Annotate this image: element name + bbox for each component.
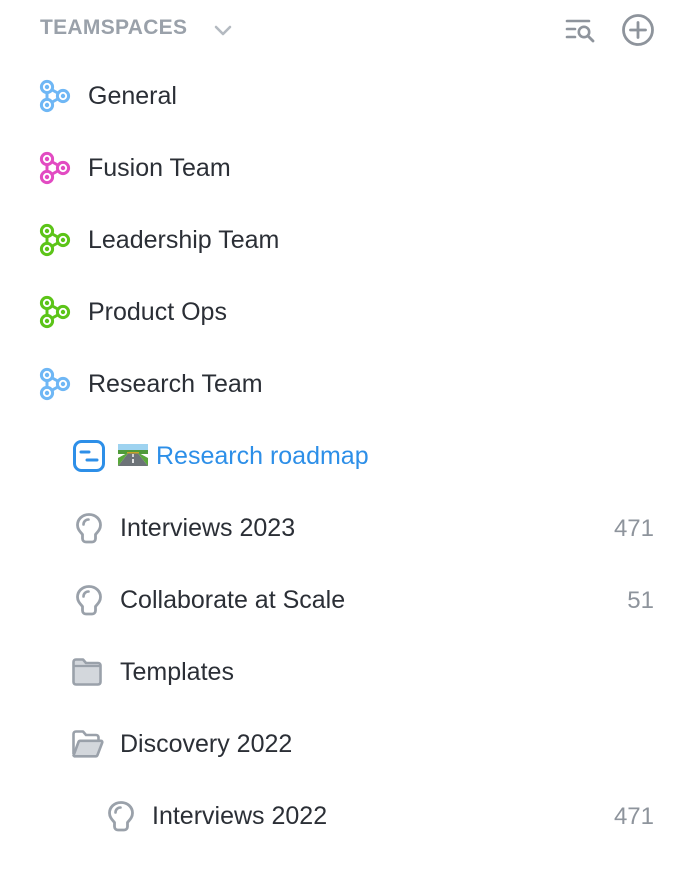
teamspace-icon (39, 223, 71, 257)
lightbulb-icon (76, 585, 102, 616)
motorway-emoji-icon (118, 444, 148, 466)
item-count-badge: 471 (613, 515, 654, 542)
teamspace-label: Leadership Team (88, 226, 280, 254)
nav-item-label: Templates (120, 658, 234, 686)
teamspace-icon (39, 367, 71, 401)
teamspace-item-leadership-team[interactable]: Leadership Team (0, 210, 678, 270)
teamspaces-panel: TEAMSPACES General Fusion Team Leadershi… (0, 0, 678, 878)
teamspace-label: Fusion Team (88, 154, 231, 182)
item-count-badge: 471 (613, 803, 654, 830)
folder-icon (72, 658, 102, 686)
teamspace-icon (39, 151, 71, 185)
teamspace-item-product-ops[interactable]: Product Ops (0, 282, 678, 342)
teamspaces-header: TEAMSPACES (40, 10, 660, 46)
nav-item-label: Interviews 2023 (120, 514, 296, 542)
lightbulb-icon (108, 801, 134, 832)
chevron-down-icon[interactable] (212, 19, 234, 41)
teamspaces-title[interactable]: TEAMSPACES (40, 16, 187, 40)
nav-item-research-roadmap[interactable]: Research roadmap (0, 426, 678, 486)
roadmap-icon (73, 440, 105, 472)
nav-item-collaborate-at-scale[interactable]: Collaborate at Scale 51 (0, 570, 678, 630)
nav-item-label: Discovery 2022 (120, 730, 293, 758)
teamspace-label: Research Team (88, 370, 263, 398)
add-teamspace-icon[interactable] (620, 12, 656, 48)
teamspace-item-general[interactable]: General (0, 66, 678, 126)
nav-item-label: Research roadmap (156, 442, 369, 470)
nav-item-label: Interviews 2022 (152, 802, 328, 830)
teamspace-label: Product Ops (88, 298, 227, 326)
item-count-badge: 51 (627, 587, 654, 614)
nav-item-interviews-2023[interactable]: Interviews 2023 471 (0, 498, 678, 558)
lightbulb-icon (76, 513, 102, 544)
nav-item-interviews-2022[interactable]: Interviews 2022 471 (0, 786, 678, 846)
nav-item-templates[interactable]: Templates (0, 642, 678, 702)
nav-item-discovery-2022[interactable]: Discovery 2022 (0, 714, 678, 774)
folder-open-icon (72, 730, 104, 758)
teamspace-icon (39, 295, 71, 329)
nav-item-label: Collaborate at Scale (120, 586, 346, 614)
teamspace-item-fusion-team[interactable]: Fusion Team (0, 138, 678, 198)
search-filter-icon[interactable] (564, 14, 598, 46)
teamspace-item-research-team[interactable]: Research Team (0, 354, 678, 414)
teamspace-label: General (88, 82, 177, 110)
teamspace-icon (39, 79, 71, 113)
